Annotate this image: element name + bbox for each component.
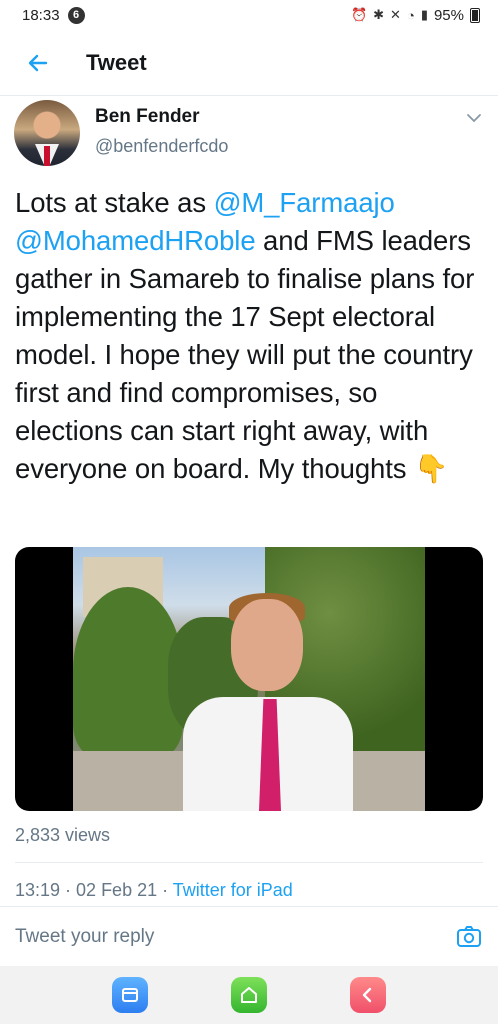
author-info: Ben Fender @benfenderfcdo bbox=[95, 106, 228, 157]
tweet-meta: 13:19 · 02 Feb 21 · Twitter for iPad bbox=[15, 880, 293, 901]
page-title: Tweet bbox=[86, 49, 147, 75]
wifi-icon: ◔ bbox=[406, 7, 415, 23]
pointing-down-emoji: 👇 bbox=[413, 453, 449, 484]
battery-percent: 95% bbox=[433, 6, 464, 24]
camera-icon[interactable] bbox=[455, 923, 483, 951]
signal-icon: ▮ bbox=[420, 7, 428, 22]
status-time: 18:33 bbox=[22, 6, 60, 24]
tweet-video[interactable] bbox=[15, 547, 483, 811]
system-nav-bar bbox=[0, 966, 498, 1024]
divider bbox=[15, 862, 483, 863]
reply-bar: Tweet your reply bbox=[0, 906, 498, 966]
mute-icon: ✕ bbox=[390, 7, 401, 22]
tweet-text: Lots at stake as @M_Farmaajo @MohamedHRob… bbox=[15, 184, 485, 488]
alarm-icon: ⏰ bbox=[350, 7, 368, 22]
reply-input[interactable]: Tweet your reply bbox=[15, 926, 455, 948]
tweet-timestamp: 13:19 · 02 Feb 21 · bbox=[15, 880, 173, 900]
app-bar: Tweet bbox=[0, 30, 498, 96]
nav-back-icon[interactable] bbox=[350, 977, 387, 1013]
view-count: 2,833 views bbox=[15, 825, 111, 845]
author-name[interactable]: Ben Fender bbox=[95, 106, 228, 128]
chevron-down-icon[interactable] bbox=[464, 108, 484, 128]
tweet-text-part-1: Lots at stake as bbox=[15, 187, 214, 218]
avatar[interactable] bbox=[14, 100, 80, 166]
home-icon[interactable] bbox=[230, 977, 267, 1013]
arrow-left-icon[interactable] bbox=[10, 35, 66, 91]
tweet-author: Ben Fender @benfenderfcdo bbox=[14, 100, 484, 170]
author-handle[interactable]: @benfenderfcdo bbox=[95, 136, 228, 157]
status-left: 18:33 6 bbox=[22, 6, 85, 24]
notification-count-badge: 6 bbox=[67, 6, 85, 24]
tweet-text-part-2: and FMS leaders gather in Samareb to fin… bbox=[15, 225, 475, 484]
bluetooth-icon: ✱ bbox=[373, 7, 385, 22]
recents-icon[interactable] bbox=[111, 977, 148, 1013]
mention-link-1[interactable]: @M_Farmaajo bbox=[214, 187, 395, 218]
video-frame bbox=[73, 547, 425, 811]
tweet-source-link[interactable]: Twitter for iPad bbox=[173, 880, 293, 900]
battery-icon bbox=[470, 7, 480, 23]
status-right: ⏰ ✱ ✕ ◔ ▮ 95% bbox=[351, 7, 480, 24]
status-bar: 18:33 6 ⏰ ✱ ✕ ◔ ▮ 95% bbox=[0, 0, 498, 30]
mention-link-2[interactable]: @MohamedHRoble bbox=[15, 225, 256, 256]
